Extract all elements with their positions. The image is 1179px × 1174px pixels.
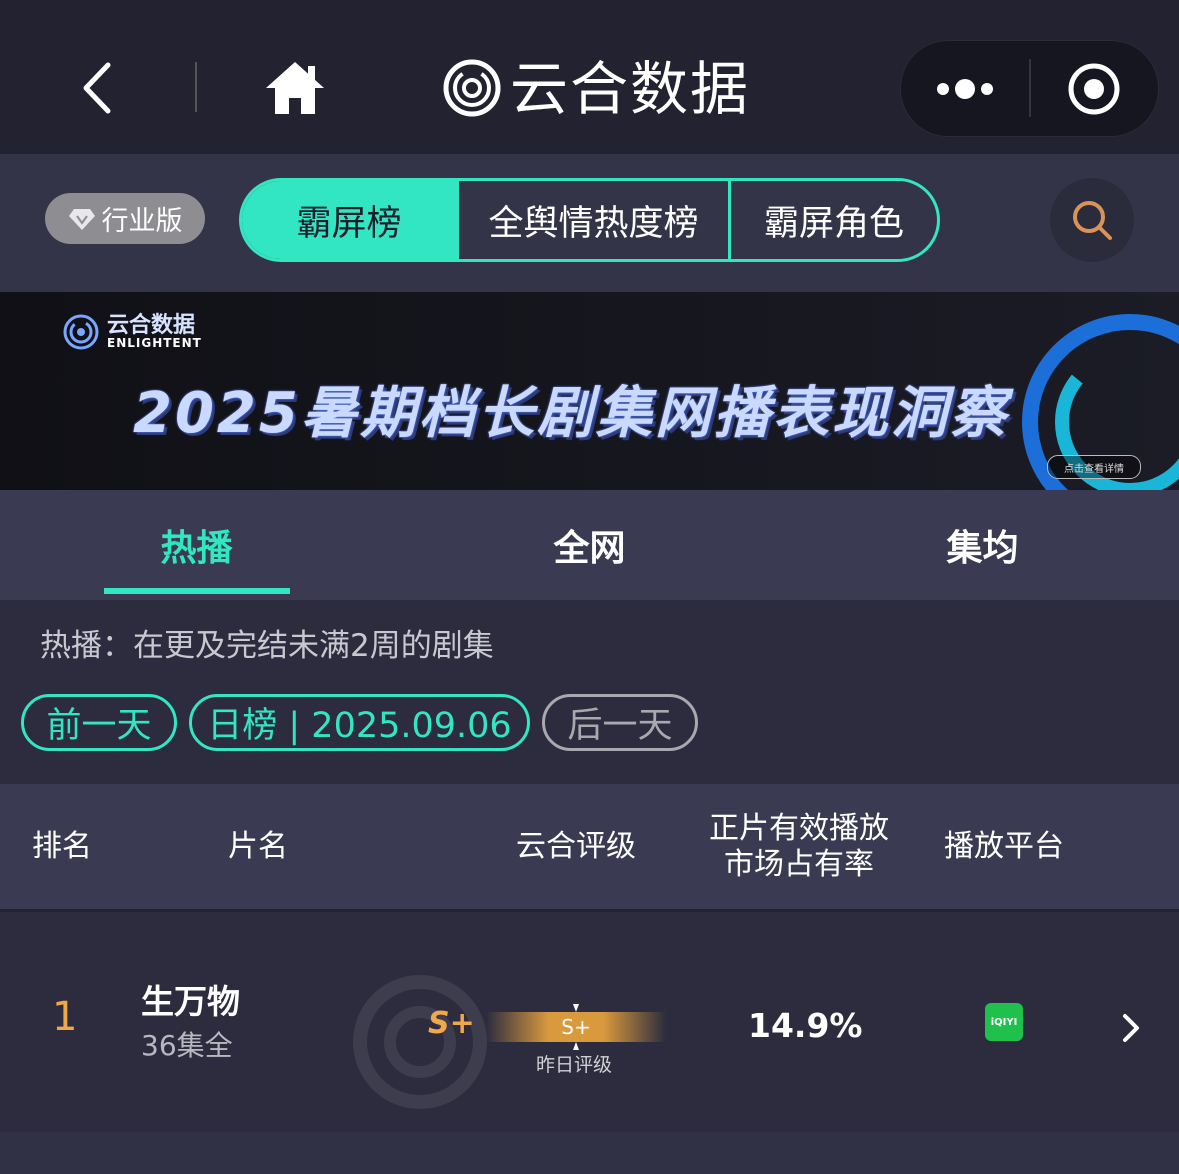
banner-brand: 云合数据 [107,313,196,338]
search-icon [1073,201,1112,240]
ranking-type-segmented-control: 霸屏榜 全舆情热度榜 霸屏角色 [239,178,940,262]
search-button[interactable] [1050,178,1134,262]
current-grade: S+ [428,1006,475,1041]
segment-bapingbang[interactable]: 霸屏榜 [242,181,456,259]
grade-tick-top [573,1004,579,1012]
show-title: 生万物 [141,982,240,1021]
header-rank: 排名 [32,829,92,864]
yesterday-grade-bar: S+ [486,1004,666,1050]
header-share-line2: 市场占有率 [724,847,874,882]
banner-cta-button[interactable]: 点击查看详情 [1047,455,1141,479]
home-icon [266,62,324,114]
tab-hot[interactable]: 热播 [0,490,393,600]
target-close-icon [1068,63,1120,115]
tab-per-episode[interactable]: 集均 [786,490,1179,600]
segment-public-opinion[interactable]: 全舆情热度榜 [456,181,728,259]
app-title: 云合数据 [510,55,751,123]
chevron-right-icon [1123,1014,1139,1042]
chevron-left-icon [83,62,111,114]
table-header: 排名 片名 云合评级 正片有效播放 市场占有率 播放平台 [0,784,1179,912]
yesterday-grade-label: 昨日评级 [536,1054,613,1076]
promo-banner[interactable]: 云合数据 ENLIGHTENT 2025暑期档长剧集网播表现洞察 点击查看详情 [0,292,1179,490]
yunhe-logo-icon [442,58,502,118]
close-button[interactable] [1031,41,1158,136]
ranking-description: 热播：在更及完结未满2周的剧集 [40,628,494,664]
home-button[interactable] [262,58,328,118]
yesterday-grade: S+ [561,1015,591,1039]
more-button[interactable] [901,41,1029,136]
prev-day-button[interactable]: 前一天 [21,694,177,751]
rank-number: 1 [52,994,78,1040]
banner-brand-en: ENLIGHTENT [107,336,202,350]
date-selector[interactable]: 日榜 | 2025.09.06 [189,694,530,751]
episode-info: 36集全 [141,1029,233,1062]
table-row[interactable]: 1 生万物 36集全 S+ S+ 昨日评级 14.9% iQIYI [0,912,1179,1132]
next-day-button[interactable]: 后一天 [542,694,698,751]
tab-all-network[interactable]: 全网 [393,490,786,600]
market-share: 14.9% [748,1006,863,1045]
grade-tick-bottom [573,1042,579,1050]
banner-title: 2025暑期档长剧集网播表现洞察 [133,381,1009,446]
header-share-line1: 正片有效播放 [709,811,889,846]
iqiyi-platform-icon: iQIYI [985,1003,1023,1041]
active-tab-indicator [104,588,290,594]
ranking-tabs: 热播 全网 集均 [0,490,1179,600]
edition-badge[interactable]: 行业版 [45,193,205,244]
header-platform: 播放平台 [944,829,1064,864]
mini-program-capsule [900,40,1159,137]
diamond-icon [68,208,95,230]
nav-divider [195,62,197,112]
header-title: 片名 [228,829,288,864]
back-button[interactable] [70,55,130,121]
segment-roles[interactable]: 霸屏角色 [728,181,937,259]
more-dots-icon [937,79,993,99]
header-grade: 云合评级 [516,829,636,864]
next-row-placeholder [0,1132,1179,1174]
edition-label: 行业版 [101,206,183,237]
